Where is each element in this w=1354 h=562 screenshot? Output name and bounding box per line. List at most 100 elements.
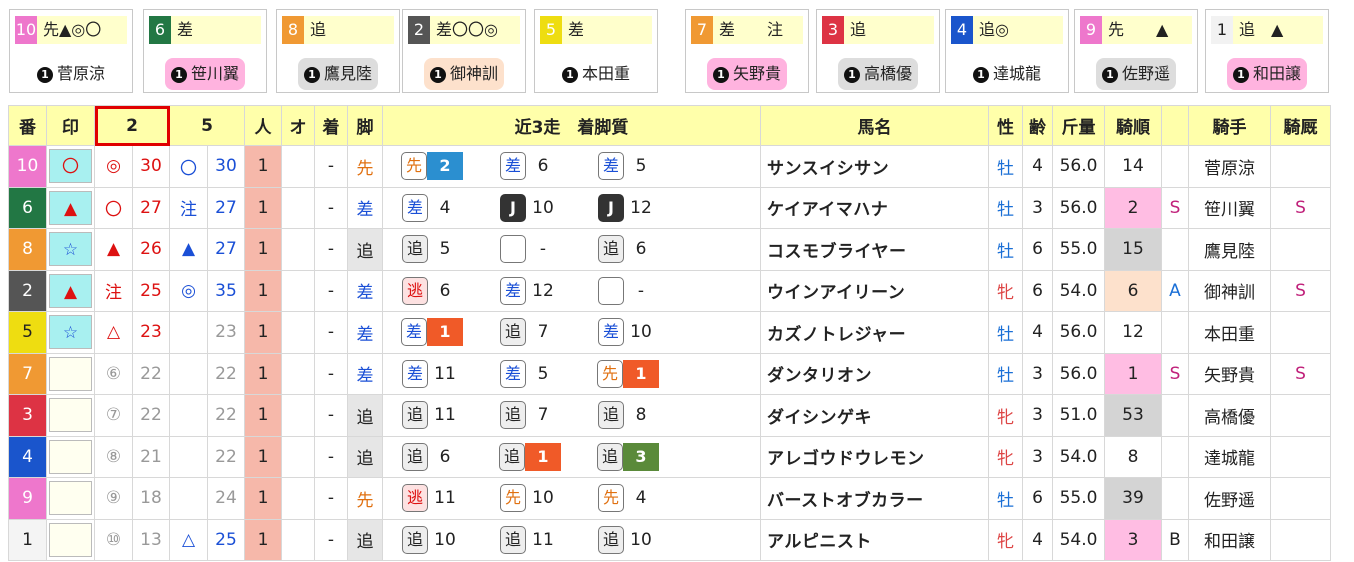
horse-card[interactable]: 1追 ▲ 1 和田譲 — [1205, 9, 1329, 93]
jockey-cell[interactable]: 和田譲 — [1188, 518, 1271, 561]
jockey-grade-cell: S — [1161, 186, 1189, 229]
col-jockey-stable[interactable]: 騎厩 — [1270, 105, 1331, 146]
jockey-pill[interactable]: 1 本田重 — [555, 58, 636, 90]
horse-card[interactable]: 9 先 ▲ 1 佐野遥 — [1074, 9, 1198, 93]
mark-cell[interactable]: 〇 — [46, 145, 95, 188]
mark-box[interactable] — [49, 522, 92, 557]
mark-cell[interactable] — [46, 518, 95, 561]
col-popularity[interactable]: 人 — [244, 105, 282, 146]
mark-box[interactable]: ☆ — [49, 315, 92, 350]
jockey-cell[interactable]: 本田重 — [1188, 311, 1271, 354]
horse-name[interactable]: ダイシンゲキ — [760, 394, 989, 437]
mark-box[interactable]: 〇 — [49, 149, 92, 184]
horse-card[interactable]: 3 追 1 高橋優 — [816, 9, 940, 93]
horse-name[interactable]: コスモブライヤー — [760, 228, 989, 271]
jockey-pill[interactable]: 1 笹川翼 — [164, 58, 245, 90]
jockey-pill[interactable]: 1 達城龍 — [966, 58, 1047, 90]
horse-name[interactable]: アルピニスト — [760, 518, 989, 561]
col-jockey-rank[interactable]: 騎順 — [1104, 105, 1162, 146]
horse-card[interactable]: 4 追◎ 1 達城龍 — [945, 9, 1069, 93]
card-jockey-area: 1 御神訓 — [403, 58, 525, 90]
table-row[interactable]: 8 ☆ ▲ 26 ▲ 27 1- 追追 5- 追 6 コスモブライヤー牡 6 55.0 15 鷹見陸 — [8, 228, 1331, 271]
sex-cell: 牝 — [988, 394, 1023, 437]
horse-card[interactable]: 8 追 1 鷹見陸 — [276, 9, 400, 93]
col-recent-3[interactable]: 近3走 着脚質 — [382, 105, 761, 146]
jockey-cell[interactable]: 御神訓 — [1188, 269, 1271, 312]
col-age[interactable]: 齢 — [1022, 105, 1053, 146]
table-row[interactable]: 3 ⑦ 22 22 1- 追追 11 追 7 追 8 ダイシンゲキ牝 3 51.0 53 高橋優 — [8, 394, 1331, 437]
table-row[interactable]: 6 ▲ 〇 27 注 27 1- 差差 4 J 10 J 12 ケイアイマハナ牡 3 56.0 2 S 笹川翼 S — [8, 186, 1331, 229]
jockey-cell[interactable]: 菅原涼 — [1188, 145, 1271, 188]
horse-card[interactable]: 6 差 1 笹川翼 — [143, 9, 267, 93]
horse-number-cell: 7 — [8, 352, 47, 395]
col-weight[interactable]: 斤量 — [1052, 105, 1105, 146]
recent-race: 差4 — [384, 193, 482, 222]
jockey-cell[interactable]: 佐野遥 — [1188, 477, 1271, 520]
mark-box[interactable]: ▲ — [49, 273, 92, 308]
jockey-pill[interactable]: 1 御神訓 — [423, 58, 504, 90]
col-sex[interactable]: 性 — [988, 105, 1023, 146]
jockey-pill[interactable]: 1 鷹見陸 — [297, 58, 378, 90]
col-ban[interactable]: 番 — [8, 105, 47, 146]
table-row[interactable]: 1 ⑩ 13 △ 25 1- 追追 10 追 11 追 10 アルピニスト牝 4 54.0 3 B 和田譲 — [8, 518, 1331, 561]
horse-name[interactable]: カズノトレジャー — [760, 311, 989, 354]
finish-position: - — [539, 239, 547, 260]
predictor2-mark: 〇 — [94, 186, 133, 229]
mark-cell[interactable] — [46, 352, 95, 395]
jockey-cell[interactable]: 鷹見陸 — [1188, 228, 1271, 271]
mark-cell[interactable]: ▲ — [46, 269, 95, 312]
card-jockey-area: 1 和田譲 — [1206, 58, 1328, 90]
jockey-pill[interactable]: 1 佐野遥 — [1095, 58, 1176, 90]
jockey-cell[interactable]: 達城龍 — [1188, 435, 1271, 478]
mark-box[interactable] — [49, 481, 92, 516]
mark-box[interactable] — [49, 439, 92, 474]
mark-cell[interactable]: ☆ — [46, 228, 95, 271]
mark-box[interactable] — [49, 356, 92, 391]
col-jockey[interactable]: 騎手 — [1188, 105, 1271, 146]
horse-name[interactable]: サンスイシサン — [760, 145, 989, 188]
mark-box[interactable] — [49, 398, 92, 433]
finish-cell: - — [314, 518, 348, 561]
col-horse-name[interactable]: 馬名 — [760, 105, 989, 146]
horse-name[interactable]: ウインアイリーン — [760, 269, 989, 312]
col-running-style[interactable]: 脚 — [347, 105, 383, 146]
mark-cell[interactable]: ☆ — [46, 311, 95, 354]
age-cell: 3 — [1022, 394, 1053, 437]
horse-card[interactable]: 10 先▲◎〇 1 菅原涼 — [9, 9, 133, 93]
mark-cell[interactable]: ▲ — [46, 186, 95, 229]
table-row[interactable]: 7 ⑥ 22 22 1- 差差 11 差 5 先 1 ダンタリオン牡 3 56.0 1 S 矢野貴 S — [8, 352, 1331, 395]
mark-box[interactable]: ▲ — [49, 190, 92, 225]
jockey-cell[interactable]: 高橋優 — [1188, 394, 1271, 437]
sex-cell: 牝 — [988, 269, 1023, 312]
table-row[interactable]: 2 ▲ 注 25 ◎ 35 1- 差逃 6 差 12- ウインアイリーン牝 6 54.0 6 A 御神訓 S — [8, 269, 1331, 312]
mark-cell[interactable] — [46, 435, 95, 478]
horse-name[interactable]: バーストオブカラー — [760, 477, 989, 520]
recent-race: 追 11 — [384, 401, 482, 430]
jockey-cell[interactable]: 笹川翼 — [1188, 186, 1271, 229]
jockey-rank-cell: 6 — [1104, 269, 1162, 312]
horse-card[interactable]: 5 差 1 本田重 — [534, 9, 658, 93]
col-predictor-2[interactable]: 2 — [94, 105, 170, 146]
table-row[interactable]: 9 ⑨ 18 24 1- 先逃 11 先 10 先 4 バーストオブカラー牡 6 55.0 39 佐野遥 — [8, 477, 1331, 520]
horse-name[interactable]: ダンタリオン — [760, 352, 989, 395]
col-mark[interactable]: 印 — [46, 105, 95, 146]
horse-name[interactable]: アレゴウドウレモン — [760, 435, 989, 478]
mark-cell[interactable] — [46, 394, 95, 437]
table-row[interactable]: 4 ⑧ 21 22 1- 追追 6 追 1 追 3 アレゴウドウレモン牝 3 54.0 8 達城龍 — [8, 435, 1331, 478]
mark-cell[interactable] — [46, 477, 95, 520]
mark-box[interactable]: ☆ — [49, 232, 92, 267]
jockey-pill[interactable]: 1 矢野貴 — [706, 58, 787, 90]
col-finish[interactable]: 着 — [314, 105, 348, 146]
col-predictor-5[interactable]: 5 — [169, 105, 245, 146]
jockey-pill[interactable]: 1 菅原涼 — [30, 58, 111, 90]
horse-name[interactable]: ケイアイマハナ — [760, 186, 989, 229]
jockey-cell[interactable]: 矢野貴 — [1188, 352, 1271, 395]
table-row[interactable]: 5 ☆ △ 23 23 1- 差差 1 追 7 差 10 カズノトレジャー牡 4 56.0 12 本田重 — [8, 311, 1331, 354]
col-odds[interactable]: オ — [281, 105, 315, 146]
horse-card[interactable]: 2 差〇〇◎ 1 御神訓 — [402, 9, 526, 93]
jockey-pill[interactable]: 1 高橋優 — [837, 58, 918, 90]
table-row[interactable]: 10 〇 ◎ 30 〇 30 1- 先先 2 差 6 差 5 サンスイシサン牡 4 56.0 14 菅原涼 — [8, 145, 1331, 188]
horse-card[interactable]: 7 差 注 1 矢野貴 — [685, 9, 809, 93]
jockey-grade-cell — [1161, 311, 1189, 354]
jockey-pill[interactable]: 1 和田譲 — [1226, 58, 1307, 90]
